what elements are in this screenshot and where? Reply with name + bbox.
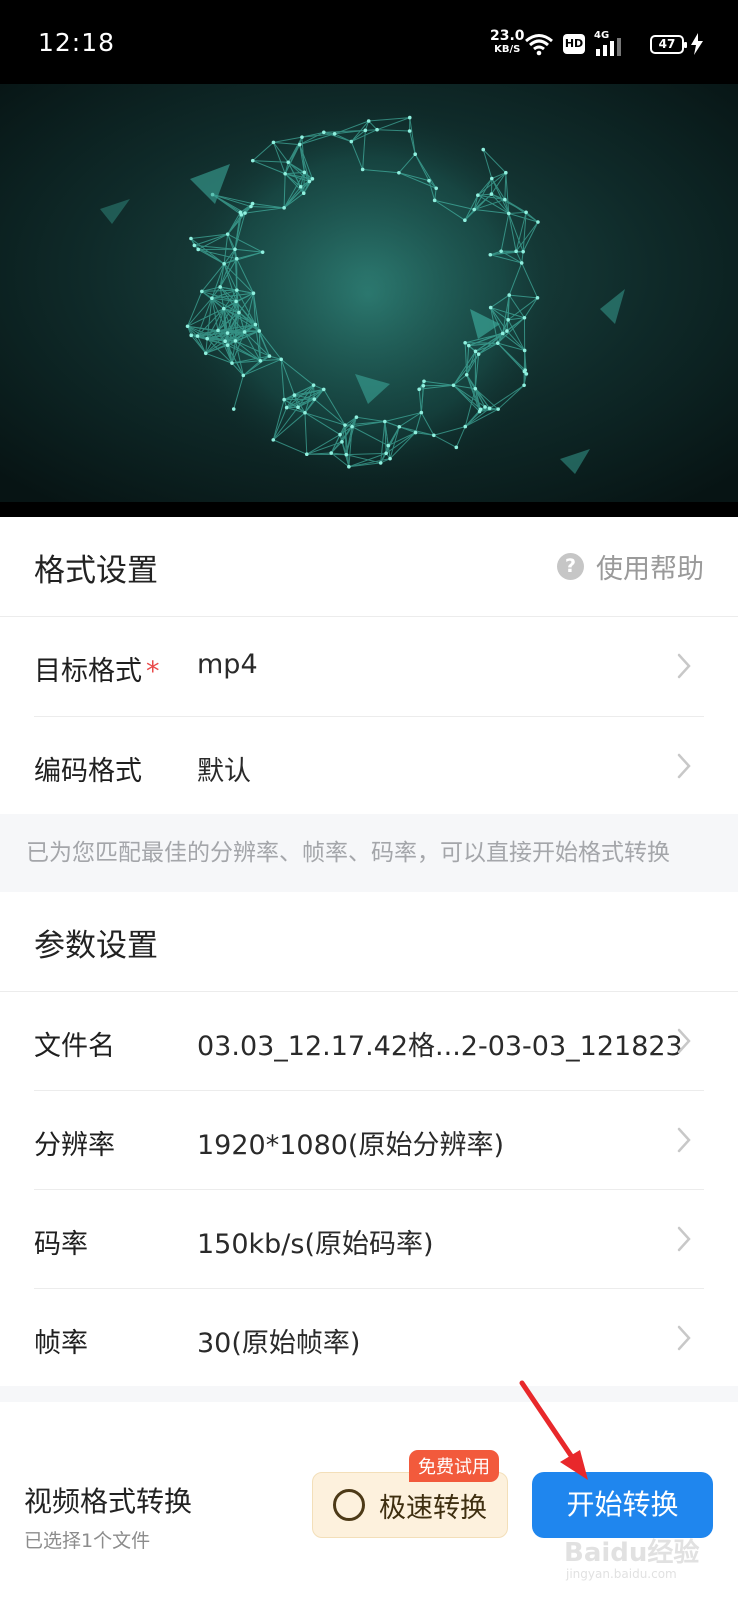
bitrate-value: 150kb/s(原始码率) xyxy=(197,1229,434,1260)
frame-rate-row[interactable]: 帧率 30(原始帧率) xyxy=(0,1289,738,1387)
status-bar: 12:18 23.0 KB/S HD 4G 47 xyxy=(0,0,738,84)
bitrate-label: 码率 xyxy=(34,1229,88,1260)
fast-convert-label: 极速转换 xyxy=(379,1492,487,1524)
tool-title: 视频格式转换 xyxy=(24,1485,193,1518)
frame-rate-label: 帧率 xyxy=(34,1328,88,1359)
battery-icon: 47 xyxy=(650,35,687,54)
wifi-icon xyxy=(525,34,553,56)
free-trial-badge: 免费试用 xyxy=(409,1450,499,1482)
selected-files-count: 已选择1个文件 xyxy=(24,1530,151,1552)
help-link[interactable]: ? 使用帮助 xyxy=(557,547,704,586)
format-settings-title: 格式设置 xyxy=(34,553,158,589)
codec-format-label: 编码格式 xyxy=(34,756,142,787)
frame-rate-value: 30(原始帧率) xyxy=(197,1328,361,1359)
file-name-value: 03.03_12.17.42格...2-03-03_121823 xyxy=(197,1031,683,1062)
param-settings-header: 参数设置 xyxy=(0,892,738,992)
file-name-label: 文件名 xyxy=(34,1031,115,1062)
status-time: 12:18 xyxy=(38,28,116,57)
help-label: 使用帮助 xyxy=(596,554,704,585)
section-gap xyxy=(0,1386,738,1402)
file-name-row[interactable]: 文件名 03.03_12.17.42格...2-03-03_121823 xyxy=(0,992,738,1090)
format-settings-header: 格式设置 ? 使用帮助 xyxy=(0,517,738,617)
target-format-row[interactable]: 目标格式 * mp4 xyxy=(0,617,738,715)
signal-icon: 4G xyxy=(594,30,634,56)
baidu-watermark: Baidu经验 jingyan.baidu.com xyxy=(564,1532,699,1581)
target-format-value: mp4 xyxy=(197,649,258,680)
codec-format-value: 默认 xyxy=(197,756,251,787)
best-match-notice: 已为您匹配最佳的分辨率、帧率、码率，可以直接开始格式转换 xyxy=(0,814,738,892)
param-settings-title: 参数设置 xyxy=(34,928,158,964)
codec-format-row[interactable]: 编码格式 默认 xyxy=(0,717,738,815)
hd-icon: HD xyxy=(563,34,585,54)
chevron-right-icon xyxy=(677,1127,691,1153)
resolution-label: 分辨率 xyxy=(34,1130,115,1161)
fast-convert-radio[interactable] xyxy=(333,1489,365,1521)
chevron-right-icon xyxy=(677,753,691,779)
watermark-url: jingyan.baidu.com xyxy=(566,1567,677,1581)
video-thumbnail xyxy=(0,84,738,517)
network-speed: 23.0 KB/S xyxy=(490,28,525,56)
required-mark: * xyxy=(146,656,160,687)
resolution-row[interactable]: 分辨率 1920*1080(原始分辨率) xyxy=(0,1091,738,1189)
network-speed-value: 23.0 xyxy=(490,28,525,44)
target-format-label: 目标格式 * xyxy=(34,656,160,687)
chevron-right-icon xyxy=(677,653,691,679)
chevron-right-icon xyxy=(677,1226,691,1252)
chevron-right-icon xyxy=(677,1028,691,1054)
watermark-text: Baidu经验 xyxy=(564,1538,700,1568)
bitrate-row[interactable]: 码率 150kb/s(原始码率) xyxy=(0,1190,738,1288)
charging-icon xyxy=(691,33,703,55)
chevron-right-icon xyxy=(677,1325,691,1351)
help-icon: ? xyxy=(557,553,584,580)
video-preview[interactable] xyxy=(0,84,738,517)
start-convert-button[interactable]: 开始转换 xyxy=(532,1472,713,1538)
resolution-value: 1920*1080(原始分辨率) xyxy=(197,1130,504,1161)
network-speed-unit: KB/S xyxy=(494,44,521,55)
